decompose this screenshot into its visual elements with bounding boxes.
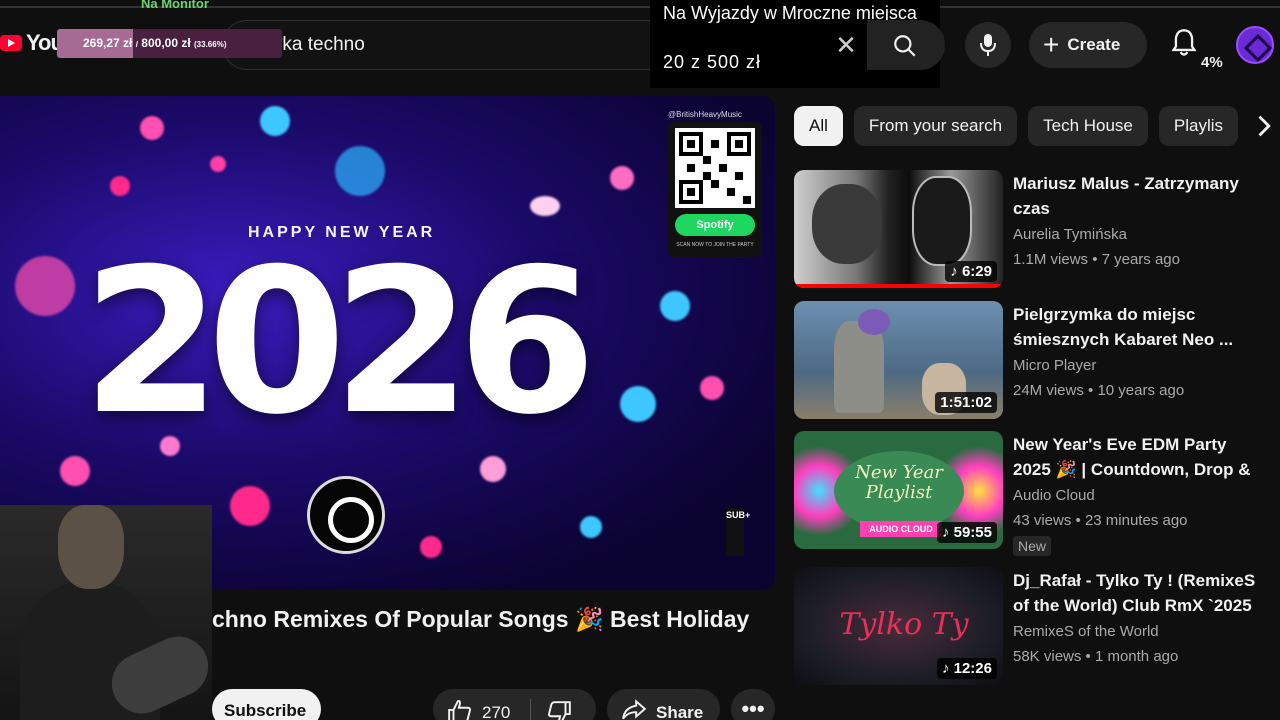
video-thumbnail[interactable]: ♪ 6:29 xyxy=(794,170,1003,288)
video-thumbnail[interactable]: Tylko Ty ♪ 12:26 xyxy=(794,567,1003,685)
video-duration: ♪ 59:55 xyxy=(936,522,997,543)
like-dislike-group: 270 xyxy=(433,689,596,720)
video-meta: 43 views • 23 minutes ago xyxy=(1013,512,1188,529)
channel-name[interactable]: Audio Cloud xyxy=(1013,487,1095,504)
like-count: 270 xyxy=(482,703,511,720)
year-text: 2026 xyxy=(82,226,597,459)
confetti xyxy=(620,386,656,422)
confetti xyxy=(700,376,724,400)
channel-name[interactable]: Micro Player xyxy=(1013,357,1096,374)
recommendation-item[interactable]: 1:51:02 Pielgrzymka do miejsc śmiesznych… xyxy=(794,301,1264,421)
confetti xyxy=(210,156,226,172)
confetti xyxy=(260,106,290,136)
like-divider xyxy=(530,699,531,720)
chip-playlists[interactable]: Playlis xyxy=(1158,106,1239,146)
video-thumbnail[interactable]: New Year Playlist AUDIO CLOUD ♪ 59:55 xyxy=(794,431,1003,549)
youtube-logo[interactable]: You xyxy=(0,30,64,56)
confetti xyxy=(610,166,634,190)
chip-tech-house[interactable]: Tech House xyxy=(1028,106,1148,146)
chevron-right-icon[interactable] xyxy=(1249,112,1277,140)
thumb-text: Tylko Ty xyxy=(839,607,969,642)
recommendation-item[interactable]: New Year Playlist AUDIO CLOUD ♪ 59:55 Ne… xyxy=(794,431,1265,556)
notifications-bell-icon[interactable] xyxy=(1170,28,1198,58)
thumbs-up-icon[interactable] xyxy=(447,699,473,720)
confetti xyxy=(15,256,75,316)
channel-handle: @BritishHeavyMusic xyxy=(668,110,742,119)
thumb-hat xyxy=(858,309,890,335)
confetti xyxy=(580,516,602,538)
video-meta: 24M views • 10 years ago xyxy=(1013,382,1185,399)
confetti xyxy=(140,116,164,140)
share-button[interactable]: Share xyxy=(607,689,720,720)
thumb-figure xyxy=(912,176,972,266)
video-thumbnail[interactable]: 1:51:02 xyxy=(794,301,1003,419)
subscribe-button[interactable]: Subscribe xyxy=(212,689,321,720)
thumb-figure xyxy=(812,184,882,264)
new-badge: New xyxy=(1013,536,1052,556)
qr-code xyxy=(675,128,755,208)
video-title[interactable]: Pielgrzymka do miejsc śmiesznych Kabaret… xyxy=(1013,302,1265,352)
spotify-qr-card: Spotify SCAN NOW TO JOIN THE PARTY xyxy=(668,122,762,257)
confetti xyxy=(480,456,506,482)
channel-name[interactable]: Aurelia Tymińska xyxy=(1013,226,1127,243)
video-title: chno Remixes Of Popular Songs 🎉 Best Hol… xyxy=(212,606,750,632)
search-button[interactable] xyxy=(867,20,945,70)
confetti xyxy=(110,176,130,196)
search-icon xyxy=(894,35,916,57)
thumb-text: New Year Playlist xyxy=(855,462,943,503)
create-button[interactable]: + Create xyxy=(1029,22,1147,68)
create-label: Create xyxy=(1067,35,1121,54)
search-input[interactable] xyxy=(237,21,637,69)
more-actions-button[interactable]: ••• xyxy=(731,689,775,720)
chip-from-your-search[interactable]: From your search xyxy=(853,106,1018,146)
search-box[interactable] xyxy=(222,20,652,70)
video-duration: 1:51:02 xyxy=(935,392,997,413)
channel-logo-icon xyxy=(307,476,385,554)
overlay-percent: 4% xyxy=(1201,54,1223,71)
video-title[interactable]: New Year's Eve EDM Party 2025 🎉 | Countd… xyxy=(1013,432,1265,482)
thumb-label: AUDIO CLOUD xyxy=(860,521,942,537)
video-title[interactable]: Mariusz Malus - Zatrzymany czas xyxy=(1013,171,1265,221)
thumbs-down-icon[interactable] xyxy=(546,701,572,720)
confetti xyxy=(335,146,385,196)
confetti xyxy=(60,456,90,486)
overlay-goal-label: Na Monitor xyxy=(141,0,209,11)
voice-search-button[interactable] xyxy=(965,22,1011,68)
donation-progress-bar: 269,27 zł / 800,00 zł (33.66%) xyxy=(57,29,282,58)
confetti xyxy=(530,196,560,216)
webcam-person-head xyxy=(58,505,124,589)
microphone-icon xyxy=(980,34,996,56)
chip-all[interactable]: All xyxy=(794,106,843,146)
video-title[interactable]: Dj_Rafał - Tylko Ty ! (RemixeS of the Wo… xyxy=(1013,568,1265,618)
recommendation-item[interactable]: ♪ 6:29 Mariusz Malus - Zatrzymany czas A… xyxy=(794,170,1264,290)
spotify-label: Spotify xyxy=(675,214,755,236)
confetti xyxy=(420,536,442,558)
scan-text: SCAN NOW TO JOIN THE PARTY xyxy=(676,242,754,248)
recommendation-item[interactable]: Tylko Ty ♪ 12:26 Dj_Rafał - Tylko Ty ! (… xyxy=(794,567,1264,687)
video-meta: 58K views • 1 month ago xyxy=(1013,648,1179,665)
webcam-overlay xyxy=(0,505,218,720)
video-duration: ♪ 6:29 xyxy=(945,261,997,282)
video-meta: 1.1M views • 7 years ago xyxy=(1013,251,1180,268)
filter-chips: All From your search Tech House Playlis xyxy=(794,106,1240,146)
confetti xyxy=(230,486,270,526)
donation-progress-text: 269,27 zł / 800,00 zł (33.66%) xyxy=(83,36,227,50)
clear-search-icon[interactable]: ✕ xyxy=(834,32,858,58)
video-duration: ♪ 12:26 xyxy=(936,658,997,679)
avatar[interactable] xyxy=(1236,26,1274,64)
confetti xyxy=(660,291,690,321)
watch-progress-bar xyxy=(794,284,1003,288)
share-icon xyxy=(622,699,647,720)
sub-tag: SUB+ xyxy=(726,508,750,556)
share-label: Share xyxy=(656,703,704,720)
channel-name[interactable]: RemixeS of the World xyxy=(1013,623,1159,640)
youtube-play-icon xyxy=(0,35,22,51)
plus-icon: + xyxy=(1043,29,1060,60)
goal-counter: 20 z 500 zł xyxy=(663,52,762,72)
